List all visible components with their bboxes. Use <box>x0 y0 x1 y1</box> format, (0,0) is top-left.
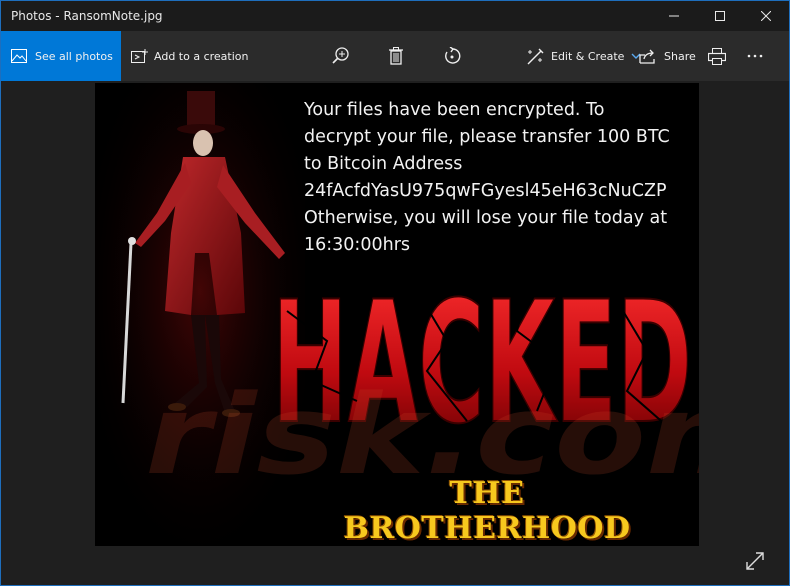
note-line: decrypt your file, please transfer 100 B… <box>304 127 670 147</box>
add-to-creation-button[interactable]: Add to a creation <box>131 31 248 81</box>
title-bar: Photos - RansomNote.jpg <box>1 1 789 31</box>
see-all-photos-button[interactable]: See all photos <box>1 31 121 81</box>
toolbar: See all photos Add to a creation Edit & … <box>1 31 789 81</box>
edit-create-button[interactable]: Edit & Create <box>527 31 641 81</box>
edit-create-label: Edit & Create <box>551 49 625 63</box>
print-button[interactable] <box>701 31 733 81</box>
hacked-text: HACKED <box>272 265 692 441</box>
zoom-button[interactable] <box>325 31 357 81</box>
maximize-button[interactable] <box>697 1 743 31</box>
share-button[interactable]: Share <box>639 31 696 81</box>
rotate-icon <box>445 47 461 64</box>
photo-viewer[interactable]: Your files have been encrypted. To decry… <box>1 81 789 585</box>
rotate-button[interactable] <box>436 31 468 81</box>
photos-window: Photos - RansomNote.jpg See all photos A… <box>0 0 790 586</box>
print-icon <box>708 47 726 65</box>
group-name: THE BROTHERHOOD <box>343 476 631 546</box>
note-line: Your files have been encrypted. To <box>304 100 605 120</box>
expand-icon <box>746 552 764 570</box>
maximize-icon <box>715 11 725 21</box>
minimize-button[interactable] <box>651 1 697 31</box>
minimize-icon <box>669 15 679 17</box>
ransom-note-image: Your files have been encrypted. To decry… <box>95 83 699 546</box>
hacked-headline: HACKED <box>271 264 693 441</box>
close-button[interactable] <box>743 1 789 31</box>
add-creation-icon <box>131 48 148 63</box>
photos-icon <box>11 49 27 63</box>
delete-icon <box>389 47 403 65</box>
more-options-button[interactable] <box>739 31 771 81</box>
add-to-creation-label: Add to a creation <box>154 49 249 63</box>
note-line: to Bitcoin Address <box>304 154 463 174</box>
share-icon <box>639 49 655 64</box>
fullscreen-button[interactable] <box>745 551 765 571</box>
delete-button[interactable] <box>380 31 412 81</box>
note-line: Otherwise, you will lose your file today… <box>304 208 668 228</box>
note-line: 24fAcfdYasU975qwFGyesl45eH63cNuCZP <box>304 181 667 201</box>
close-icon <box>761 11 771 21</box>
zoom-in-icon <box>332 47 349 64</box>
share-label: Share <box>664 49 696 63</box>
more-icon <box>747 54 763 58</box>
edit-icon <box>527 48 544 64</box>
ransom-note-text: Your files have been encrypted. To decry… <box>304 97 694 259</box>
see-all-photos-label: See all photos <box>35 49 113 63</box>
window-title: Photos - RansomNote.jpg <box>11 9 163 23</box>
